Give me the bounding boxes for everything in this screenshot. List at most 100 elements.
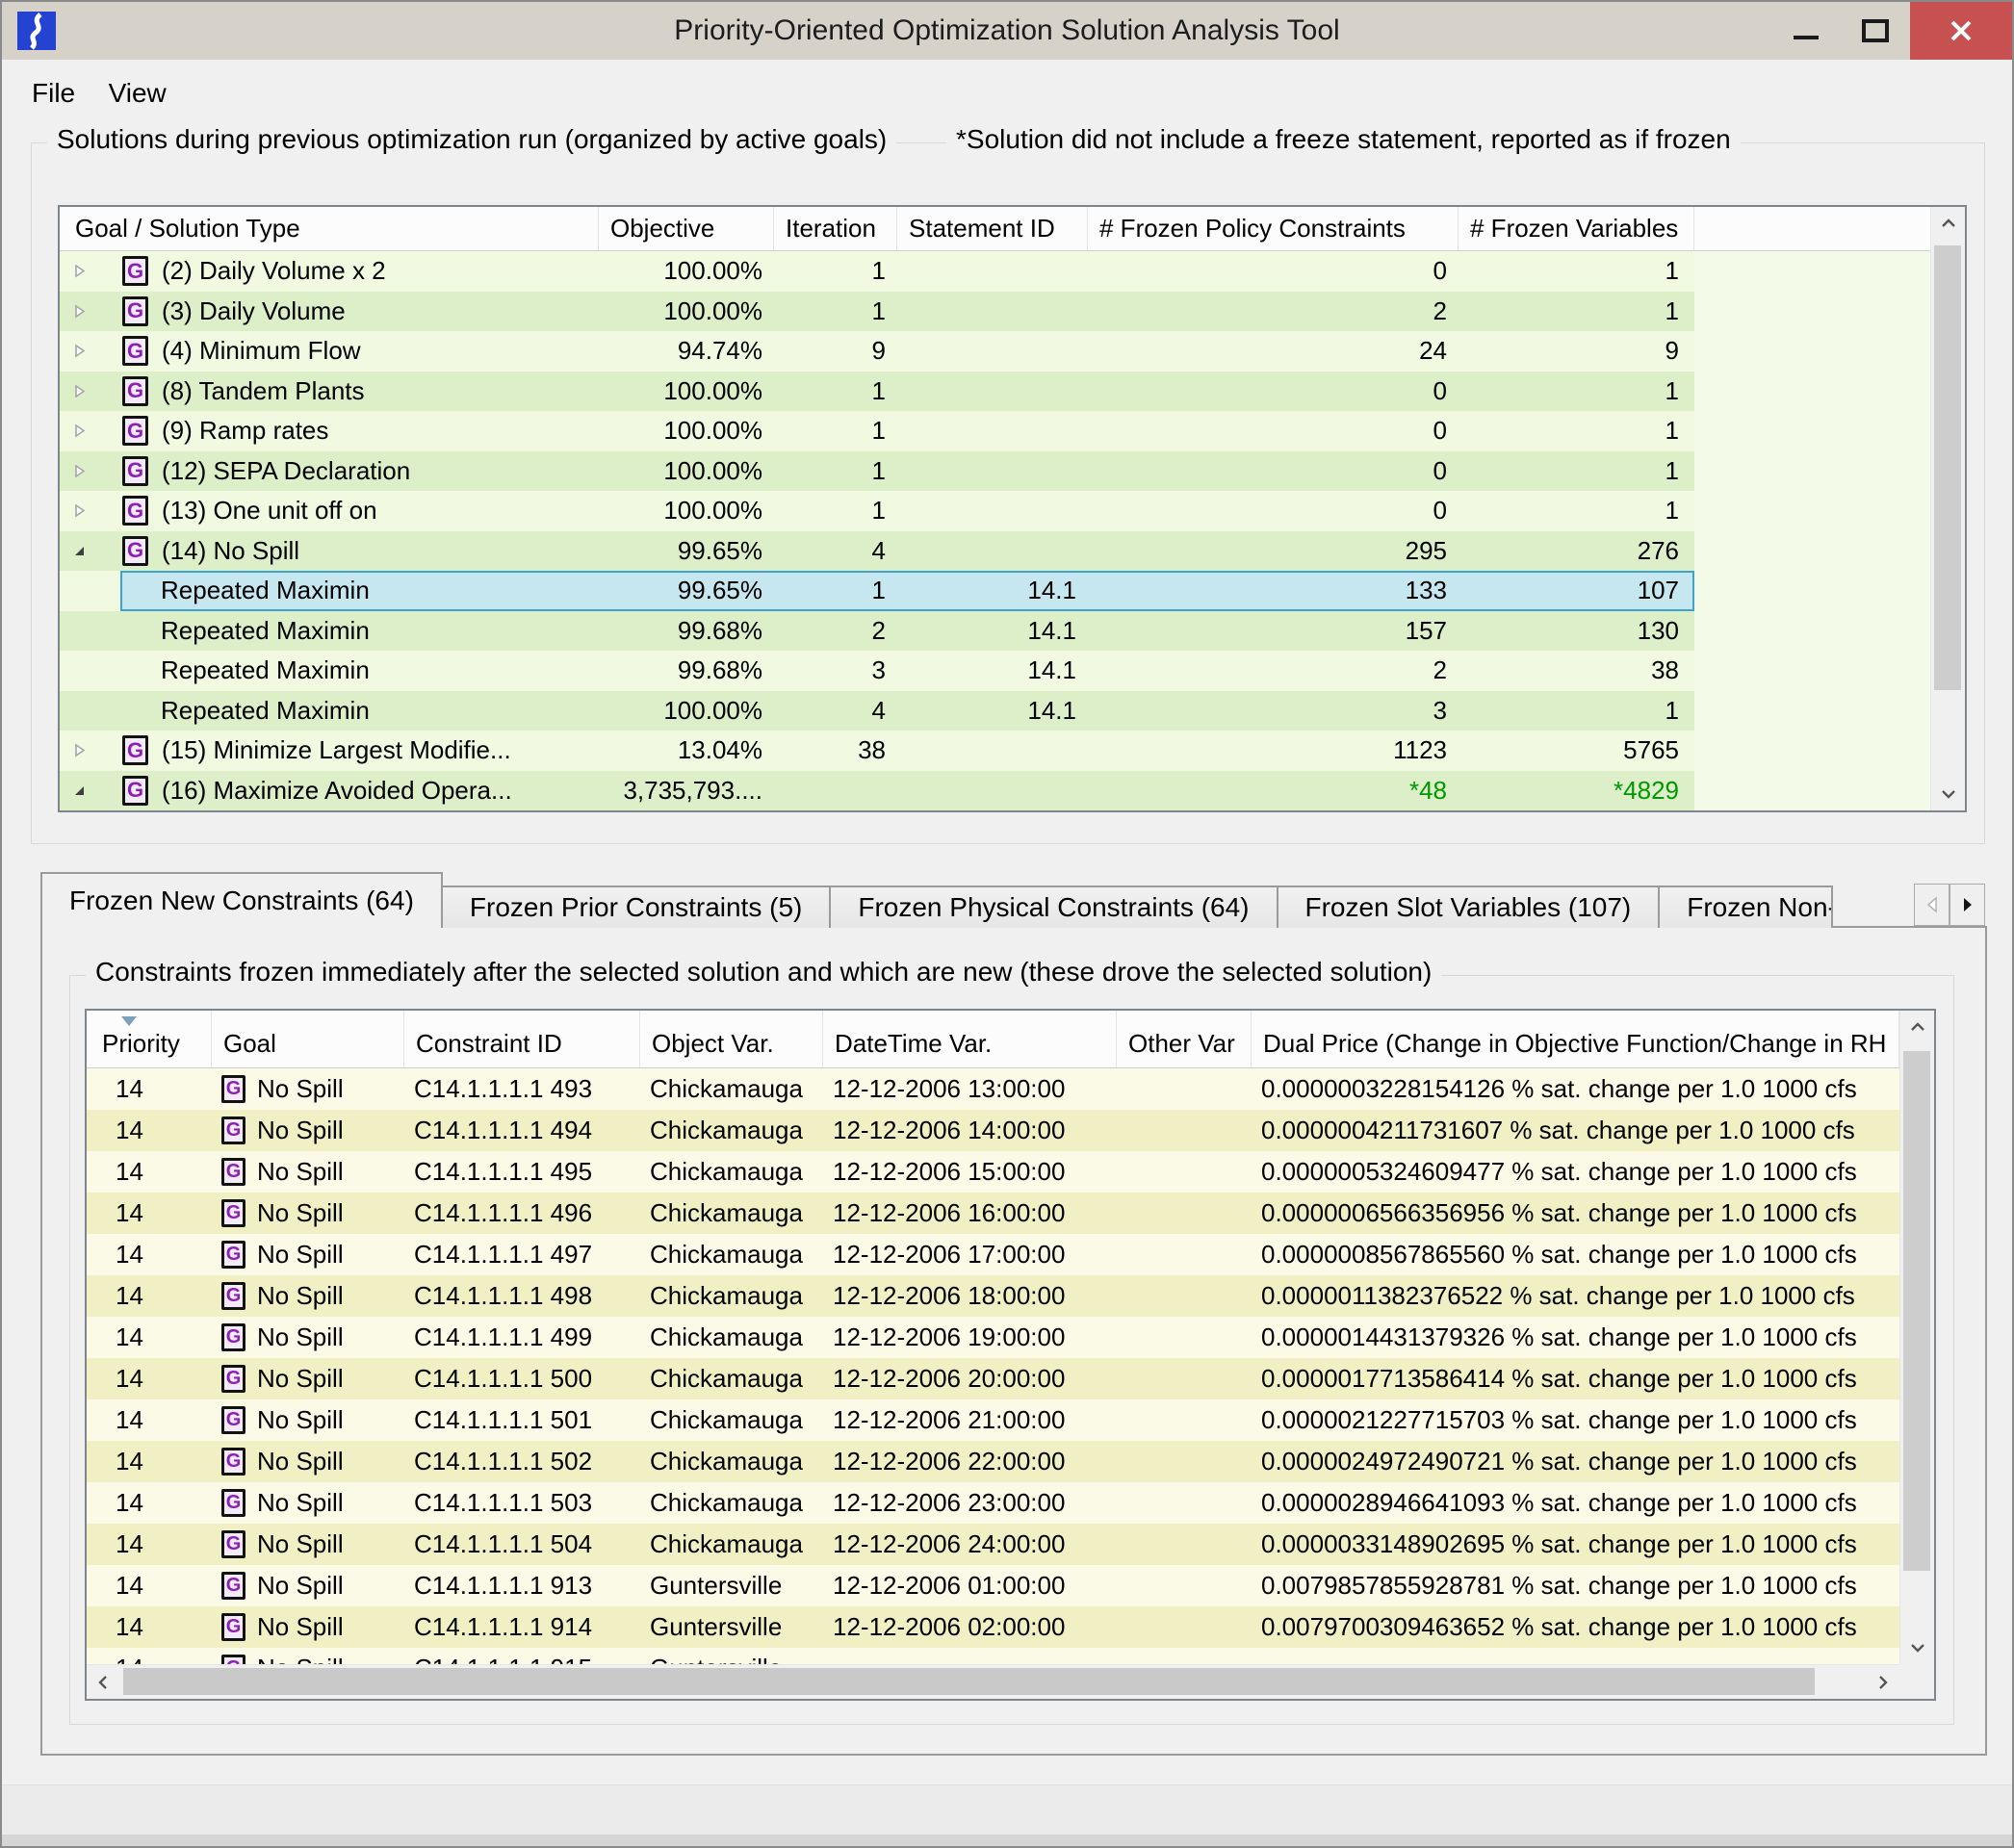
expander-collapsed-icon[interactable]	[72, 383, 87, 399]
table-row[interactable]: 14GNo SpillC14.1.1.1.1 497Chickamauga12-…	[87, 1234, 1899, 1275]
solutions-vertical-scrollbar[interactable]	[1930, 207, 1965, 810]
tab-scroll-right-button[interactable]	[1949, 884, 1985, 926]
cell-value: 0.0000008567865560 % sat. change per 1.0…	[1261, 1240, 1857, 1270]
close-button[interactable]	[1910, 2, 2012, 60]
tree-row[interactable]: G(2) Daily Volume x 2100.00%101	[60, 251, 1694, 292]
column-header-frozen-variables[interactable]: # Frozen Variables	[1459, 207, 1694, 250]
table-row[interactable]: 14GNo SpillC14.1.1.1.1 502Chickamauga12-…	[87, 1441, 1899, 1482]
cell-value: 1	[1665, 256, 1679, 286]
table-row[interactable]: 14GNo SpillC14.1.1.1.1 501Chickamauga12-…	[87, 1399, 1899, 1441]
constraints-horizontal-scrollbar[interactable]	[87, 1664, 1899, 1699]
table-row[interactable]: 14GNo SpillC14.1.1.1.1 496Chickamauga12-…	[87, 1193, 1899, 1234]
table-row[interactable]: 14GNo SpillC14.1.1.1.1 503Chickamauga12-…	[87, 1482, 1899, 1524]
scrollbar-thumb[interactable]	[123, 1668, 1815, 1695]
table-row[interactable]: 14GNo SpillC14.1.1.1.1 914Guntersville12…	[87, 1606, 1899, 1648]
cell-value: C14.1.1.1.1 501	[414, 1405, 592, 1435]
freeze-note-label: *Solution did not include a freeze state…	[946, 124, 1741, 155]
tab-frozen-non-slo[interactable]: Frozen Non-Slo	[1658, 886, 1833, 928]
tree-row[interactable]: G(14) No Spill99.65%4295276	[60, 531, 1694, 572]
scroll-right-button[interactable]	[1865, 1665, 1899, 1699]
scrollbar-thumb[interactable]	[1903, 1051, 1930, 1571]
cell-value: Chickamauga	[650, 1364, 803, 1394]
goal-icon: G	[122, 536, 148, 566]
column-header-iteration[interactable]: Iteration	[774, 207, 897, 250]
table-row[interactable]: 14GNo SpillC14.1.1.1.1 495Chickamauga12-…	[87, 1151, 1899, 1193]
column-header-datetime-var[interactable]: DateTime Var.	[823, 1011, 1117, 1067]
cell-datetime: 12-12-2006 21:00:00	[823, 1405, 1117, 1435]
cell-value: 2	[1433, 296, 1447, 326]
scroll-up-button[interactable]	[1931, 207, 1965, 242]
cell-value: 14	[116, 1322, 143, 1352]
table-row[interactable]: 14GNo SpillC14.1.1.1.1 498Chickamauga12-…	[87, 1275, 1899, 1317]
expander-collapsed-icon[interactable]	[72, 502, 87, 519]
table-row[interactable]: 14GNo SpillC14.1.1.1.1 499Chickamauga12-…	[87, 1317, 1899, 1358]
tab-scroll-buttons	[1914, 884, 1985, 926]
column-header-constraint-id[interactable]: Constraint ID	[404, 1011, 640, 1067]
tree-row[interactable]: G(15) Minimize Largest Modifie...13.04%3…	[60, 731, 1694, 771]
minimize-button[interactable]	[1771, 2, 1841, 60]
table-row[interactable]: 14GNo SpillC14.1.1.1.1 500Chickamauga12-…	[87, 1358, 1899, 1399]
table-row[interactable]: 14GNo SpillC14.1.1.1.1 493Chickamauga12-…	[87, 1068, 1899, 1110]
tab-frozen-physical-constraints-64[interactable]: Frozen Physical Constraints (64)	[829, 886, 1278, 928]
tab-scroll-left-button[interactable]	[1914, 884, 1949, 926]
menu-file[interactable]: File	[17, 60, 90, 127]
expander-expanded-icon[interactable]	[72, 783, 87, 798]
column-header-frozen-policy-constraints[interactable]: # Frozen Policy Constraints	[1088, 207, 1459, 250]
tree-row[interactable]: G(4) Minimum Flow94.74%9249	[60, 331, 1694, 372]
column-header-objective[interactable]: Objective	[599, 207, 774, 250]
scroll-up-button[interactable]	[1900, 1011, 1934, 1045]
tree-row[interactable]: Repeated Maximin100.00%414.131	[60, 691, 1694, 732]
column-header-goal-solution-type[interactable]: Goal / Solution Type	[60, 207, 599, 250]
menu-view[interactable]: View	[94, 60, 181, 127]
column-header-goal[interactable]: Goal	[212, 1011, 404, 1067]
tree-row[interactable]: G(9) Ramp rates100.00%101	[60, 411, 1694, 451]
cell-value: 0	[1433, 456, 1447, 486]
expander-collapsed-icon[interactable]	[72, 463, 87, 479]
expander-collapsed-icon[interactable]	[72, 303, 87, 320]
cell-goal: GNo Spill	[212, 1198, 404, 1228]
table-row[interactable]: 14GNo SpillC14.1.1.1.1 494Chickamauga12-…	[87, 1110, 1899, 1151]
table-row-partial[interactable]: 14GNo SpillC14.1.1.1.1 915Guntersville	[87, 1648, 1899, 1664]
cell-iteration: 1	[774, 256, 897, 286]
cell-value: 100.00%	[663, 416, 762, 446]
table-row[interactable]: 14GNo SpillC14.1.1.1.1 913Guntersville12…	[87, 1565, 1899, 1606]
cell-datetime: 12-12-2006 14:00:00	[823, 1116, 1117, 1145]
expander-expanded-icon[interactable]	[72, 544, 87, 558]
constraints-vertical-scrollbar[interactable]	[1899, 1011, 1934, 1664]
cell-vars: 107	[1459, 576, 1691, 605]
cell-value: 0.0000003228154126 % sat. change per 1.0…	[1261, 1074, 1857, 1104]
tree-row[interactable]: Repeated Maximin99.65%114.1133107	[60, 571, 1694, 611]
column-header-priority[interactable]: Priority	[87, 1011, 212, 1067]
tree-row[interactable]: G(13) One unit off on100.00%101	[60, 491, 1694, 531]
solutions-group-label: Solutions during previous optimization r…	[47, 124, 896, 155]
expander-collapsed-icon[interactable]	[72, 423, 87, 439]
maximize-button[interactable]	[1841, 2, 1910, 60]
column-header-other-var[interactable]: Other Var	[1117, 1011, 1252, 1067]
cell-value: C14.1.1.1.1 497	[414, 1240, 592, 1270]
tree-row[interactable]: G(8) Tandem Plants100.00%101	[60, 372, 1694, 412]
tab-frozen-slot-variables-107[interactable]: Frozen Slot Variables (107)	[1277, 886, 1661, 928]
tree-row[interactable]: G(16) Maximize Avoided Opera...3,735,793…	[60, 771, 1694, 811]
expander-collapsed-icon[interactable]	[72, 343, 87, 359]
tree-row[interactable]: G(3) Daily Volume100.00%121	[60, 292, 1694, 332]
column-header-statement-id[interactable]: Statement ID	[897, 207, 1088, 250]
tab-frozen-prior-constraints-5[interactable]: Frozen Prior Constraints (5)	[441, 886, 831, 928]
goal-cell: G(4) Minimum Flow	[122, 336, 599, 366]
column-header-dual-price-change-in-objective-function-change-in-rh[interactable]: Dual Price (Change in Objective Function…	[1252, 1011, 1899, 1067]
table-row[interactable]: 14GNo SpillC14.1.1.1.1 504Chickamauga12-…	[87, 1524, 1899, 1565]
scroll-down-button[interactable]	[1900, 1630, 1934, 1664]
tree-row[interactable]: G(12) SEPA Declaration100.00%101	[60, 451, 1694, 492]
tree-row[interactable]: Repeated Maximin99.68%314.1238	[60, 651, 1694, 691]
tree-row[interactable]: Repeated Maximin99.68%214.1157130	[60, 611, 1694, 652]
title-bar[interactable]: Priority-Oriented Optimization Solution …	[2, 2, 2012, 60]
scroll-down-button[interactable]	[1931, 776, 1965, 810]
tab-frozen-new-constraints-64[interactable]: Frozen New Constraints (64)	[40, 872, 443, 928]
expander-collapsed-icon[interactable]	[72, 263, 87, 279]
scroll-left-button[interactable]	[87, 1665, 121, 1699]
tab-bar: Frozen New Constraints (64)Frozen Prior …	[40, 872, 1831, 928]
cell-object: Chickamauga	[640, 1198, 823, 1228]
scrollbar-thumb[interactable]	[1934, 245, 1961, 690]
cell-value: C14.1.1.1.1 498	[414, 1281, 592, 1311]
expander-collapsed-icon[interactable]	[72, 742, 87, 758]
column-header-object-var[interactable]: Object Var.	[640, 1011, 823, 1067]
